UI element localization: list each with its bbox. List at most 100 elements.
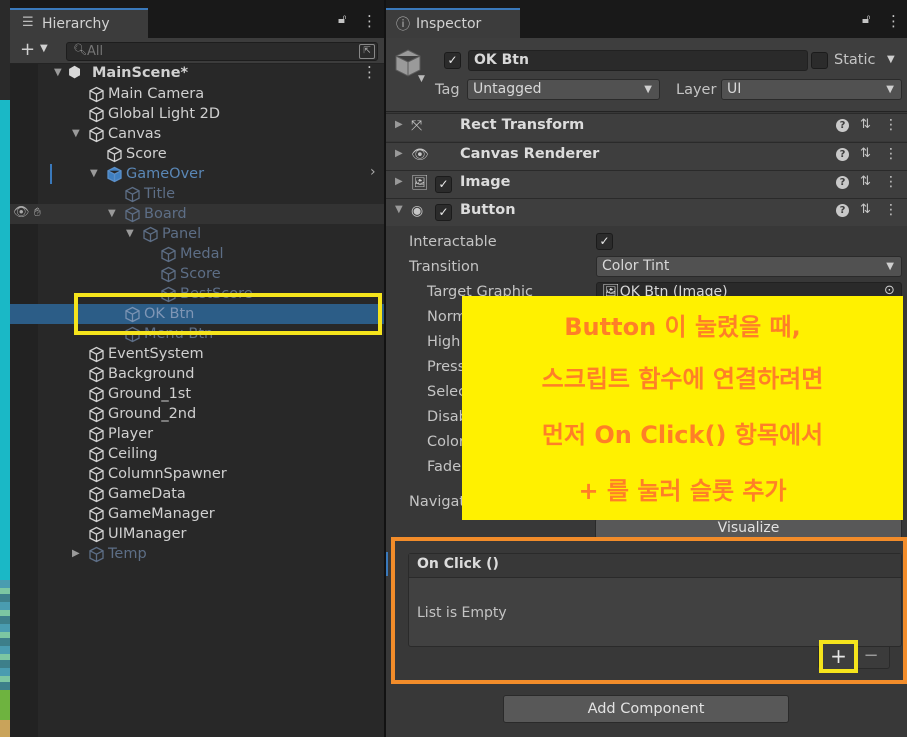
gameobject-icon — [89, 386, 104, 403]
expand-arrow-icon[interactable]: ▶ — [395, 148, 403, 159]
highlight-frame-ok-btn — [74, 293, 382, 335]
help-icon[interactable]: ? — [836, 148, 849, 161]
static-dropdown-icon[interactable]: ▼ — [887, 54, 895, 65]
collapse-arrow-icon[interactable]: ▼ — [72, 124, 80, 144]
lock-icon[interactable]: 🔓︎ — [338, 12, 346, 27]
collapse-arrow-icon[interactable]: ▼ — [395, 204, 403, 215]
search-input[interactable] — [87, 44, 337, 59]
tag-value: Untagged — [473, 81, 542, 97]
scene-root-row[interactable]: ▼ ⬢ MainScene* ⋮ — [10, 63, 384, 83]
info-icon: ⓘ — [396, 17, 410, 33]
expand-arrow-icon[interactable]: ▶ — [395, 176, 403, 187]
hierarchy-item[interactable]: ▼ Canvas — [0, 124, 384, 144]
tab-inspector[interactable]: ⓘ Inspector — [386, 8, 520, 38]
component-canvas-renderer[interactable]: ▶ 👁︎ Canvas Renderer ? ⇅ ⋮ — [386, 142, 907, 170]
add-listener-button[interactable]: + — [819, 640, 858, 673]
preset-icon[interactable]: ⇅ — [860, 146, 871, 161]
active-checkbox[interactable]: ✓ — [444, 52, 461, 69]
hierarchy-item[interactable]: GameManager — [0, 504, 384, 524]
chevron-down-icon: ▼ — [886, 84, 894, 95]
hierarchy-item-label: Score — [126, 146, 167, 162]
search-scope-icon[interactable]: ⇱ — [359, 44, 375, 59]
annotation-line-3: 먼저 On Click() 항목에서 — [541, 421, 824, 449]
object-name-field[interactable]: OK Btn — [468, 50, 808, 71]
component-menu-icon[interactable]: ⋮ — [884, 202, 898, 218]
hierarchy-item[interactable]: Ground_2nd — [0, 404, 384, 424]
hierarchy-item[interactable]: UIManager — [0, 524, 384, 544]
component-menu-icon[interactable]: ⋮ — [884, 117, 898, 133]
help-icon[interactable]: ? — [836, 176, 849, 189]
preset-icon[interactable]: ⇅ — [860, 202, 871, 217]
hierarchy-item[interactable]: Global Light 2D — [0, 104, 384, 124]
game-scenery — [0, 580, 10, 690]
gameobject-icon — [89, 86, 104, 103]
image-enabled-checkbox[interactable]: ✓ — [435, 176, 452, 193]
hierarchy-item[interactable]: Title — [0, 184, 384, 204]
component-button[interactable]: ▼ ◉ ✓ Button ? ⇅ ⋮ — [386, 198, 907, 226]
lock-icon[interactable]: 🔓︎ — [862, 12, 870, 27]
expand-arrow-icon[interactable]: ▼ — [54, 63, 62, 83]
inspector-tabbar: ⓘ Inspector 🔓︎ ⋮ — [386, 0, 907, 38]
hierarchy-item[interactable]: ▼ Panel — [0, 224, 384, 244]
expand-arrow-icon[interactable]: ▶ — [72, 544, 80, 564]
hierarchy-item-label: GameManager — [108, 506, 215, 522]
transition-dropdown[interactable]: Color Tint ▼ — [596, 256, 902, 277]
hierarchy-item-label: ColumnSpawner — [108, 466, 227, 482]
remove-listener-button[interactable]: − — [861, 647, 881, 667]
static-checkbox[interactable] — [811, 52, 828, 69]
tag-label: Tag — [435, 82, 460, 98]
visualize-button[interactable]: Visualize — [595, 518, 902, 539]
hierarchy-item[interactable]: Score — [0, 264, 384, 284]
chevron-down-icon[interactable]: ▼ — [40, 43, 48, 54]
hierarchy-item[interactable]: Background — [0, 364, 384, 384]
component-menu-icon[interactable]: ⋮ — [884, 146, 898, 162]
help-icon[interactable]: ? — [836, 204, 849, 217]
hierarchy-item[interactable]: Ceiling — [0, 444, 384, 464]
button-enabled-checkbox[interactable]: ✓ — [435, 204, 452, 221]
collapse-arrow-icon[interactable]: ▼ — [90, 164, 98, 184]
annotation-callout: Button 이 눌렸을 때, 스크립트 함수에 연결하려면 먼저 On Cli… — [462, 296, 903, 520]
interactable-checkbox[interactable]: ✓ — [596, 233, 613, 250]
component-name: Image — [460, 174, 511, 190]
hierarchy-item-label: Title — [144, 186, 176, 202]
scene-menu-icon[interactable]: ⋮ — [362, 63, 377, 81]
hierarchy-item[interactable]: ColumnSpawner — [0, 464, 384, 484]
preset-icon[interactable]: ⇅ — [860, 117, 871, 132]
layer-dropdown[interactable]: UI ▼ — [721, 79, 902, 100]
list-empty-text: List is Empty — [417, 605, 507, 621]
image-icon: 🖼︎ — [411, 175, 429, 191]
preset-icon[interactable]: ⇅ — [860, 174, 871, 189]
tab-hierarchy[interactable]: ☰ Hierarchy — [10, 8, 148, 38]
hierarchy-item[interactable]: ▶ Temp — [0, 544, 384, 564]
help-icon[interactable]: ? — [836, 119, 849, 132]
hierarchy-item[interactable]: Main Camera — [0, 84, 384, 104]
hierarchy-item-label: Main Camera — [108, 86, 205, 102]
tag-dropdown[interactable]: Untagged ▼ — [467, 79, 660, 100]
expand-arrow-icon[interactable]: ▶ — [395, 119, 403, 130]
hierarchy-item[interactable]: ▼ Board — [0, 204, 384, 224]
more-options-icon[interactable]: ⋮ — [886, 12, 901, 30]
object-header: ▼ ✓ OK Btn Static ▼ Tag Untagged ▼ Layer… — [386, 38, 907, 112]
gameobject-icon — [125, 206, 140, 223]
hierarchy-item[interactable]: Medal — [0, 244, 384, 264]
hierarchy-item[interactable]: ▼ GameOver — [0, 164, 384, 184]
icon-dropdown-icon[interactable]: ▼ — [418, 74, 425, 84]
hierarchy-item[interactable]: Ground_1st — [0, 384, 384, 404]
hierarchy-item[interactable]: GameData — [0, 484, 384, 504]
collapse-arrow-icon[interactable]: ▼ — [108, 204, 116, 224]
hierarchy-item[interactable]: Score — [0, 144, 384, 164]
more-options-icon[interactable]: ⋮ — [362, 12, 377, 30]
add-component-button[interactable]: Add Component — [503, 695, 789, 723]
hierarchy-item[interactable]: EventSystem — [0, 344, 384, 364]
component-menu-icon[interactable]: ⋮ — [884, 174, 898, 190]
add-button[interactable]: + — [20, 39, 35, 60]
component-image[interactable]: ▶ 🖼︎ ✓ Image ? ⇅ ⋮ — [386, 170, 907, 198]
hierarchy-item-label: GameOver — [126, 166, 205, 182]
hierarchy-item-label: UIManager — [108, 526, 187, 542]
chevron-right-icon[interactable]: › — [370, 164, 376, 180]
hierarchy-item-label: Ground_1st — [108, 386, 192, 402]
collapse-arrow-icon[interactable]: ▼ — [126, 224, 134, 244]
component-rect-transform[interactable]: ▶ ⤧ Rect Transform ? ⇅ ⋮ — [386, 113, 907, 141]
list-icon: ☰ — [22, 15, 34, 30]
hierarchy-item[interactable]: Player — [0, 424, 384, 444]
